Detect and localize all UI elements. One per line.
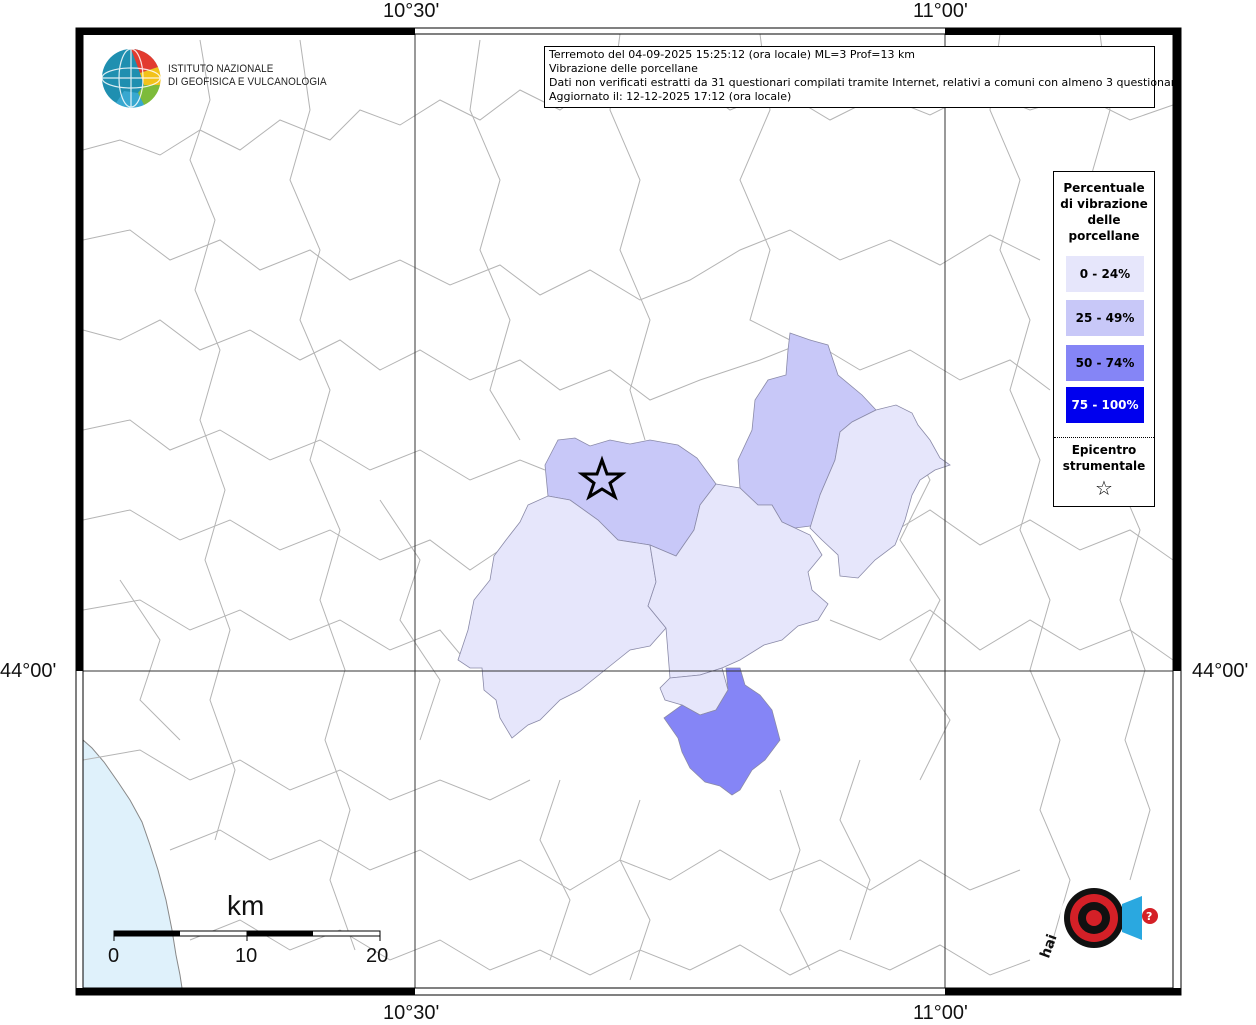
scale-bar-graphic bbox=[113, 930, 381, 941]
earthquake-info-box: Terremoto del 04-09-2025 15:25:12 (ora l… bbox=[544, 46, 1182, 108]
info-line-parameter: Vibrazione delle porcellane bbox=[549, 62, 698, 75]
legend-class-50-74: 50 - 74% bbox=[1066, 345, 1144, 381]
scale-tick-0: 0 bbox=[108, 945, 120, 967]
legend-title: Percentuale di vibrazione delle porcella… bbox=[1060, 181, 1148, 243]
haisentito-logo: ? hai bbox=[1032, 858, 1168, 980]
legend: Percentuale di vibrazione delle porcella… bbox=[1053, 171, 1155, 507]
info-line-updated: Aggiornato il: 12-12-2025 17:12 (ora loc… bbox=[549, 90, 792, 103]
legend-separator bbox=[1054, 437, 1154, 438]
haisentito-target-icon: ? hai bbox=[1037, 884, 1158, 960]
scale-bar: km 0 10 20 bbox=[100, 885, 400, 975]
ingv-logo: ISTITUTO NAZIONALE DI GEOFISICA E VULCAN… bbox=[100, 47, 327, 111]
svg-text:hai: hai bbox=[1037, 932, 1060, 960]
scale-tick-10: 10 bbox=[235, 945, 258, 967]
legend-class-0-24: 0 - 24% bbox=[1066, 256, 1144, 292]
info-line-event: Terremoto del 04-09-2025 15:25:12 (ora l… bbox=[549, 48, 916, 61]
legend-star-icon: ☆ bbox=[1095, 476, 1113, 500]
scale-tick-20: 20 bbox=[366, 945, 389, 967]
legend-class-25-49: 25 - 49% bbox=[1066, 300, 1144, 336]
legend-class-75-100: 75 - 100% bbox=[1066, 387, 1144, 423]
info-line-data-note: Dati non verificati estratti da 31 quest… bbox=[549, 76, 1182, 89]
ingv-name: ISTITUTO NAZIONALE DI GEOFISICA E VULCAN… bbox=[168, 63, 327, 88]
svg-text:?: ? bbox=[1146, 910, 1152, 923]
legend-epicenter-label: Epicentro strumentale ☆ bbox=[1054, 442, 1154, 502]
ingv-globe-icon bbox=[101, 48, 161, 108]
